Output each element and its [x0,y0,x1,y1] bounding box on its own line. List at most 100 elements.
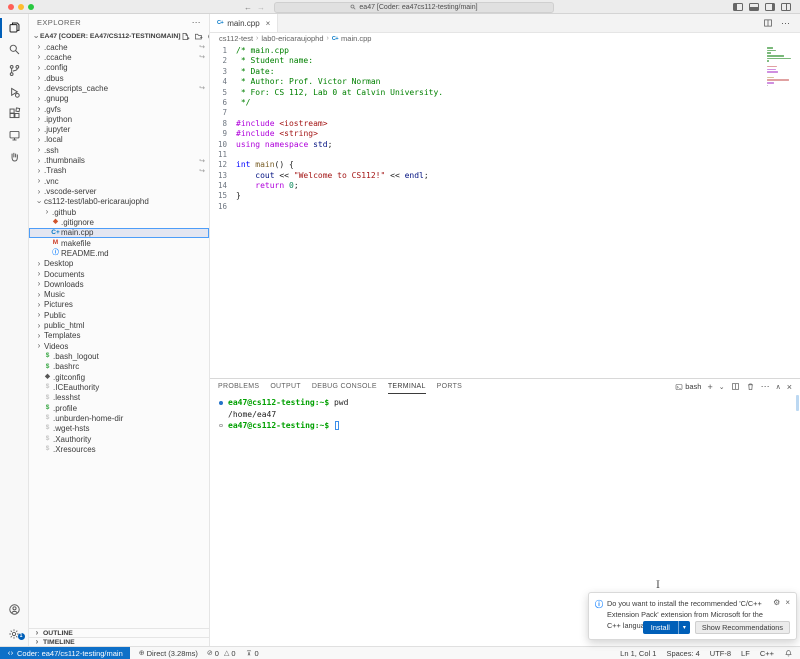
tree-item--devscripts-cache[interactable]: ›.devscripts_cache↪ [29,83,209,93]
split-terminal-icon[interactable] [731,382,740,391]
ports-indicator[interactable]: 0 [245,647,259,659]
tree-item--gitconfig[interactable]: ◆.gitconfig [29,372,209,382]
maximize-panel-icon[interactable]: ∧ [776,383,781,391]
tree-item--bash-logout[interactable]: $.bash_logout [29,351,209,361]
close-window-button[interactable] [8,4,14,10]
kill-terminal-icon[interactable] [746,382,755,391]
tree-item--ccache[interactable]: ›.ccache↪ [29,52,209,62]
minimize-window-button[interactable] [18,4,24,10]
tree-item-music[interactable]: ›Music [29,290,209,300]
more-actions-icon[interactable]: ⋯ [761,381,770,392]
split-editor-icon[interactable] [763,18,773,28]
activity-explorer[interactable] [0,17,29,39]
panel-tab-terminal[interactable]: TERMINAL [388,379,426,394]
tree-item--cache[interactable]: ›.cache↪ [29,42,209,52]
tree-item--ssh[interactable]: ›.ssh [29,145,209,155]
problems-indicator[interactable]: ⊘ 0 △ 0 [207,647,236,659]
encoding[interactable]: UTF-8 [710,649,731,658]
tree-item--trash[interactable]: ›.Trash↪ [29,166,209,176]
settings-button[interactable]: 1 [0,626,29,642]
chevron-down-icon[interactable]: ⌄ [719,383,725,391]
terminal-profile-label[interactable]: bash [675,382,701,391]
new-file-icon[interactable] [181,32,190,41]
tree-item-templates[interactable]: ›Templates [29,331,209,341]
tree-item--lesshst[interactable]: $.lesshst [29,393,209,403]
indentation[interactable]: Spaces: 4 [666,649,699,658]
tree-item-main-cpp[interactable]: C+main.cpp [29,228,209,238]
tree-item--vscode-server[interactable]: ›.vscode-server [29,186,209,196]
eol[interactable]: LF [741,649,750,658]
toggle-sidebar-icon[interactable] [733,3,743,11]
tree-item-videos[interactable]: ›Videos [29,341,209,351]
tree-item-documents[interactable]: ›Documents [29,269,209,279]
tree-item--unburden-home-dir[interactable]: $.unburden-home-dir [29,413,209,423]
activity-source-control[interactable] [0,60,29,82]
tree-item-cs112-test-lab0-ericaraujophd[interactable]: ›cs112-test/lab0-ericaraujophd [29,197,209,207]
tree-item--gvfs[interactable]: ›.gvfs [29,104,209,114]
tree-item--profile[interactable]: $.profile [29,403,209,413]
tree-item-downloads[interactable]: ›Downloads [29,279,209,289]
tree-item--iceauthority[interactable]: $.ICEauthority [29,382,209,392]
connection-status[interactable]: ⊕ Direct (3.28ms) [139,647,198,659]
tab-main-cpp[interactable]: C+ main.cpp × [210,14,278,32]
back-icon[interactable]: ← [244,3,252,12]
tree-item--bashrc[interactable]: $.bashrc [29,362,209,372]
notification-gear-icon[interactable]: ⚙ [773,598,780,607]
command-center[interactable]: ea47 [Coder: ea47cs112-testing/main] [274,2,554,13]
timeline-section[interactable]: › TIMELINE [29,637,209,646]
remote-indicator[interactable]: Coder: ea47/cs112-testing/main [0,647,130,659]
customize-layout-icon[interactable] [781,3,791,11]
tree-item--local[interactable]: ›.local [29,135,209,145]
new-terminal-icon[interactable]: + [707,382,712,392]
close-panel-icon[interactable]: × [787,382,792,392]
tree-item-desktop[interactable]: ›Desktop [29,259,209,269]
notifications-bell[interactable] [784,649,793,658]
activity-run-debug[interactable] [0,82,29,104]
tree-item--ipython[interactable]: ›.ipython [29,114,209,124]
tree-item--dbus[interactable]: ›.dbus [29,73,209,83]
panel-tab-problems[interactable]: PROBLEMS [218,379,259,394]
tree-item--gitignore[interactable]: ◆.gitignore [29,217,209,227]
tree-item-public-html[interactable]: ›public_html [29,320,209,330]
new-folder-icon[interactable] [194,32,203,41]
notification-close-icon[interactable]: × [785,598,790,607]
tree-item-readme-md[interactable]: ⓘREADME.md [29,248,209,258]
code-editor[interactable]: 1/* main.cpp2 * Student name:3 * Date:4 … [210,44,800,378]
install-dropdown-icon[interactable]: ▾ [678,621,690,634]
tree-item--thumbnails[interactable]: ›.thumbnails↪ [29,155,209,165]
zoom-window-button[interactable] [28,4,34,10]
outline-section[interactable]: › OUTLINE [29,628,209,637]
cursor-position[interactable]: Ln 1, Col 1 [620,649,656,658]
tree-item--jupyter[interactable]: ›.jupyter [29,125,209,135]
tree-item--xauthority[interactable]: $.Xauthority [29,434,209,444]
panel-tab-debug-console[interactable]: DEBUG CONSOLE [312,379,377,394]
more-actions-icon[interactable]: ⋯ [781,18,790,29]
tree-item-pictures[interactable]: ›Pictures [29,300,209,310]
toggle-secondary-sidebar-icon[interactable] [765,3,775,11]
tree-item-public[interactable]: ›Public [29,310,209,320]
activity-extensions[interactable] [0,103,29,125]
activity-coder[interactable] [0,146,29,168]
terminal-scrollbar[interactable] [796,395,799,411]
panel-tab-output[interactable]: OUTPUT [270,379,301,394]
tree-item--gnupg[interactable]: ›.gnupg [29,94,209,104]
minimap[interactable] [767,47,797,90]
tree-item--wget-hsts[interactable]: $.wget-hsts [29,424,209,434]
workspace-section-header[interactable]: › EA47 [CODER: EA47/CS112-TESTINGMAIN] [29,31,209,42]
install-button[interactable]: Install ▾ [643,621,690,634]
tree-item--vnc[interactable]: ›.vnc [29,176,209,186]
language-mode[interactable]: C++ [760,649,774,658]
panel-tab-ports[interactable]: PORTS [437,379,463,394]
show-recommendations-button[interactable]: Show Recommendations [695,621,790,634]
tree-item--xresources[interactable]: $.Xresources [29,444,209,454]
forward-icon[interactable]: → [257,3,265,12]
tree-item-makefile[interactable]: Mmakefile [29,238,209,248]
close-tab-icon[interactable]: × [266,19,271,28]
breadcrumb-item[interactable]: cs112-test [219,34,253,43]
breadcrumb-item[interactable]: main.cpp [341,34,371,43]
toggle-panel-icon[interactable] [749,3,759,11]
account-button[interactable] [0,599,29,621]
activity-remote-explorer[interactable] [0,125,29,147]
more-actions-icon[interactable]: ⋯ [192,17,201,28]
tree-item--github[interactable]: ›.github [29,207,209,217]
